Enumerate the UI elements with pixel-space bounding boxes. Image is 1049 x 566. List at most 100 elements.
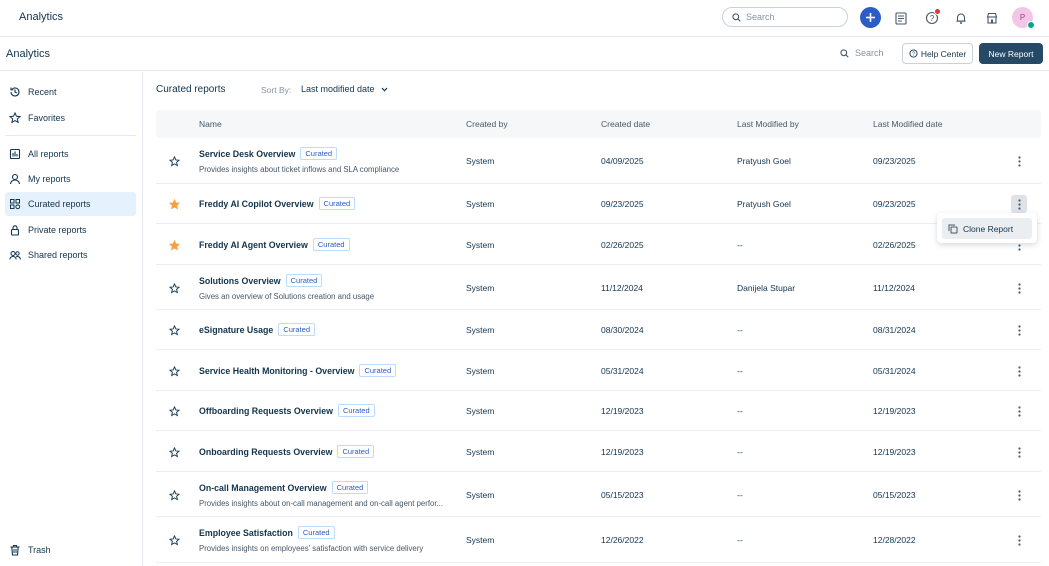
created-date-cell: 05/15/2023	[601, 490, 644, 500]
last-modified-date-cell: 05/15/2023	[873, 490, 916, 500]
created-date-cell: 05/31/2024	[601, 366, 644, 376]
online-status-dot	[1027, 21, 1035, 29]
favorite-star-icon[interactable]	[169, 366, 180, 377]
created-date-cell: 02/26/2025	[601, 240, 644, 250]
report-name[interactable]: Employee Satisfaction	[199, 528, 293, 538]
sidebar-item-all-reports[interactable]: All reports	[5, 142, 136, 166]
row-actions-button[interactable]	[1011, 152, 1027, 170]
created-by-cell: System	[466, 283, 495, 293]
table-row[interactable]: Service Health Monitoring - Overview Cura…	[156, 350, 1041, 391]
tickets-button[interactable]	[890, 7, 912, 29]
favorite-star-icon[interactable]	[169, 283, 180, 294]
row-actions-button[interactable]	[1011, 362, 1027, 380]
last-modified-date-cell: 02/26/2025	[873, 240, 916, 250]
favorite-star-filled-icon[interactable]	[169, 240, 180, 251]
column-header-created-date[interactable]: Created date	[601, 119, 650, 129]
sidebar: Recent Favorites All reports My reports …	[0, 72, 143, 566]
row-actions-button[interactable]	[1011, 531, 1027, 549]
row-actions-button[interactable]	[1011, 486, 1027, 504]
report-search-input[interactable]: Search	[840, 48, 884, 58]
report-description: Gives an overview of Solutions creation …	[199, 292, 375, 301]
kebab-menu-icon	[1017, 155, 1021, 167]
table-row[interactable]: Offboarding Requests Overview Curated Syst…	[156, 391, 1041, 431]
kebab-menu-icon	[1017, 282, 1021, 294]
table-row[interactable]: Freddy AI Agent Overview Curated System 02/…	[156, 224, 1041, 265]
column-header-name[interactable]: Name	[199, 119, 222, 129]
curated-icon	[10, 199, 21, 210]
favorite-star-icon[interactable]	[169, 535, 180, 546]
last-modified-by-cell: Danijela Stupar	[737, 283, 796, 293]
sort-label: Sort By:	[261, 85, 292, 95]
report-name-cell: eSignature Usage Curated	[199, 323, 315, 336]
column-header-last-modified-date[interactable]: Last Modified date	[873, 119, 942, 129]
table-row[interactable]: Solutions Overview Curated Gives an overvi…	[156, 265, 1041, 310]
clone-report-menu-item[interactable]: Clone Report	[942, 218, 1032, 239]
created-date-cell: 11/12/2024	[601, 283, 643, 293]
created-by-cell: System	[466, 325, 495, 335]
column-header-created-by[interactable]: Created by	[466, 119, 508, 129]
report-name[interactable]: On-call Management Overview	[199, 483, 327, 493]
avatar[interactable]: P	[1012, 7, 1035, 29]
plus-icon	[866, 13, 875, 22]
create-button[interactable]	[860, 7, 881, 28]
favorite-star-icon[interactable]	[169, 447, 180, 458]
table-row[interactable]: eSignature Usage Curated System 08/30/2024 -…	[156, 310, 1041, 350]
sidebar-item-favorites[interactable]: Favorites	[5, 106, 136, 130]
user-icon	[9, 173, 21, 185]
report-name[interactable]: Solutions Overview	[199, 276, 281, 286]
last-modified-by-cell: --	[737, 240, 743, 250]
sidebar-item-trash[interactable]: Trash	[5, 538, 136, 562]
created-by-cell: System	[466, 366, 495, 376]
sort-dropdown[interactable]: Last modified date	[301, 84, 388, 94]
sidebar-item-curated-reports[interactable]: Curated reports	[5, 192, 136, 216]
table-row[interactable]: Employee Satisfaction Curated Provides ins…	[156, 517, 1041, 563]
clone-report-label: Clone Report	[963, 223, 1014, 234]
created-by-cell: System	[466, 535, 495, 545]
sidebar-item-shared-reports[interactable]: Shared reports	[5, 243, 136, 267]
column-header-last-modified-by[interactable]: Last Modified by	[737, 119, 799, 129]
report-name-cell: Freddy AI Agent Overview Curated	[199, 238, 350, 251]
help-button[interactable]: ?	[921, 7, 943, 29]
sidebar-trash-label: Trash	[28, 545, 51, 555]
table-row[interactable]: Freddy AI Copilot Overview Curated System 0…	[156, 184, 1041, 224]
created-by-cell: System	[466, 406, 495, 416]
report-name[interactable]: Freddy AI Copilot Overview	[199, 199, 314, 209]
last-modified-by-cell: --	[737, 490, 743, 500]
report-name[interactable]: Offboarding Requests Overview	[199, 406, 333, 416]
row-actions-button[interactable]	[1011, 402, 1027, 420]
global-search-input[interactable]: Search	[722, 7, 848, 27]
new-report-button[interactable]: New Report	[979, 43, 1043, 64]
sort-value: Last modified date	[301, 84, 375, 94]
sidebar-item-my-reports[interactable]: My reports	[5, 167, 136, 191]
apps-button[interactable]	[981, 7, 1003, 29]
curated-tag: Curated	[337, 404, 375, 417]
table-row[interactable]: Service Desk Overview Curated Provides ins…	[156, 138, 1041, 184]
row-actions-button[interactable]	[1011, 443, 1027, 461]
curated-tag: Curated	[337, 445, 375, 458]
sidebar-item-private-reports[interactable]: Private reports	[5, 218, 136, 242]
last-modified-date-cell: 05/31/2024	[873, 366, 916, 376]
last-modified-date-cell: 12/19/2023	[873, 406, 916, 416]
favorite-star-icon[interactable]	[169, 156, 180, 167]
favorite-star-icon[interactable]	[169, 490, 180, 501]
last-modified-by-cell: --	[737, 366, 743, 376]
sidebar-item-recent[interactable]: Recent	[5, 80, 136, 104]
report-name[interactable]: eSignature Usage	[199, 325, 273, 335]
favorite-star-icon[interactable]	[169, 406, 180, 417]
row-actions-button[interactable]	[1011, 279, 1027, 297]
favorite-star-filled-icon[interactable]	[169, 199, 180, 210]
report-name[interactable]: Service Desk Overview	[199, 149, 295, 159]
help-center-button[interactable]: ? Help Center	[902, 43, 973, 64]
report-name[interactable]: Freddy AI Agent Overview	[199, 240, 308, 250]
sidebar-item-label: Favorites	[28, 113, 66, 123]
history-icon	[10, 87, 20, 97]
reports-icon	[9, 148, 21, 160]
table-row[interactable]: Onboarding Requests Overview Curated Syste…	[156, 431, 1041, 472]
report-name[interactable]: Service Health Monitoring - Overview	[199, 366, 354, 376]
row-actions-button[interactable]	[1011, 321, 1027, 339]
favorite-star-icon[interactable]	[169, 325, 180, 336]
table-row[interactable]: On-call Management Overview Curated Provid…	[156, 472, 1041, 517]
notifications-button[interactable]	[950, 7, 972, 29]
row-actions-button[interactable]	[1011, 195, 1027, 213]
report-name[interactable]: Onboarding Requests Overview	[199, 447, 332, 457]
